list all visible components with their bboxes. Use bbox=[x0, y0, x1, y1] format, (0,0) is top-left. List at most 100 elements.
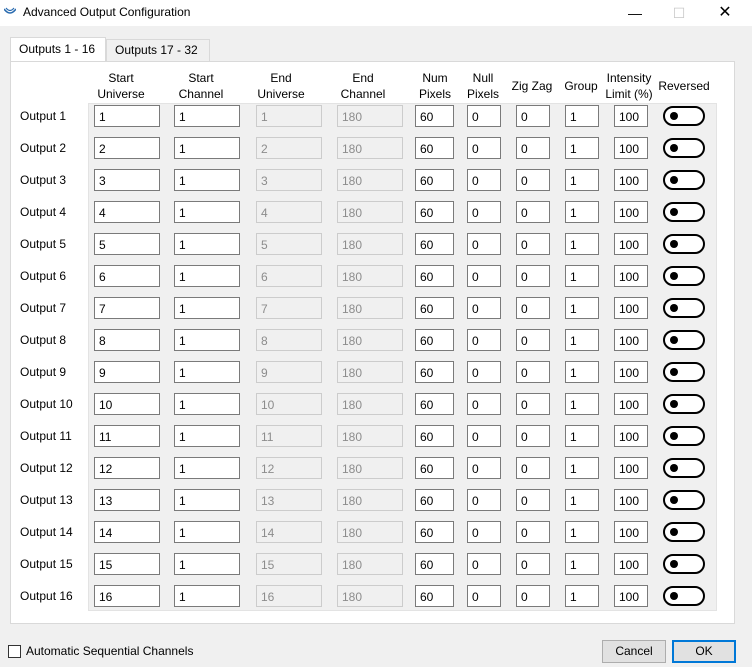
num-pixels-field[interactable]: 60 bbox=[415, 169, 454, 191]
tab-outputs-1-16[interactable]: Outputs 1 - 16 bbox=[10, 37, 106, 62]
zig-zag-field[interactable]: 0 bbox=[516, 329, 550, 351]
reversed-toggle[interactable] bbox=[663, 138, 705, 158]
group-field[interactable]: 1 bbox=[565, 233, 599, 255]
reversed-toggle[interactable] bbox=[663, 522, 705, 542]
group-field[interactable]: 1 bbox=[565, 585, 599, 607]
start-universe-field[interactable]: 15 bbox=[94, 553, 160, 575]
group-field[interactable]: 1 bbox=[565, 297, 599, 319]
intensity-field[interactable]: 100 bbox=[614, 425, 648, 447]
group-field[interactable]: 1 bbox=[565, 553, 599, 575]
null-pixels-field[interactable]: 0 bbox=[467, 169, 501, 191]
start-channel-field[interactable]: 1 bbox=[174, 169, 240, 191]
reversed-toggle[interactable] bbox=[663, 298, 705, 318]
zig-zag-field[interactable]: 0 bbox=[516, 233, 550, 255]
group-field[interactable]: 1 bbox=[565, 265, 599, 287]
start-channel-field[interactable]: 1 bbox=[174, 137, 240, 159]
null-pixels-field[interactable]: 0 bbox=[467, 137, 501, 159]
start-channel-field[interactable]: 1 bbox=[174, 521, 240, 543]
start-universe-field[interactable]: 6 bbox=[94, 265, 160, 287]
zig-zag-field[interactable]: 0 bbox=[516, 137, 550, 159]
zig-zag-field[interactable]: 0 bbox=[516, 425, 550, 447]
zig-zag-field[interactable]: 0 bbox=[516, 585, 550, 607]
num-pixels-field[interactable]: 60 bbox=[415, 201, 454, 223]
start-universe-field[interactable]: 4 bbox=[94, 201, 160, 223]
intensity-field[interactable]: 100 bbox=[614, 137, 648, 159]
zig-zag-field[interactable]: 0 bbox=[516, 361, 550, 383]
zig-zag-field[interactable]: 0 bbox=[516, 297, 550, 319]
zig-zag-field[interactable]: 0 bbox=[516, 265, 550, 287]
num-pixels-field[interactable]: 60 bbox=[415, 489, 454, 511]
start-universe-field[interactable]: 8 bbox=[94, 329, 160, 351]
null-pixels-field[interactable]: 0 bbox=[467, 265, 501, 287]
num-pixels-field[interactable]: 60 bbox=[415, 265, 454, 287]
intensity-field[interactable]: 100 bbox=[614, 553, 648, 575]
start-channel-field[interactable]: 1 bbox=[174, 329, 240, 351]
null-pixels-field[interactable]: 0 bbox=[467, 201, 501, 223]
minimize-button[interactable]: — bbox=[612, 0, 658, 26]
reversed-toggle[interactable] bbox=[663, 394, 705, 414]
reversed-toggle[interactable] bbox=[663, 234, 705, 254]
intensity-field[interactable]: 100 bbox=[614, 361, 648, 383]
group-field[interactable]: 1 bbox=[565, 489, 599, 511]
intensity-field[interactable]: 100 bbox=[614, 105, 648, 127]
num-pixels-field[interactable]: 60 bbox=[415, 297, 454, 319]
null-pixels-field[interactable]: 0 bbox=[467, 105, 501, 127]
reversed-toggle[interactable] bbox=[663, 554, 705, 574]
zig-zag-field[interactable]: 0 bbox=[516, 457, 550, 479]
start-channel-field[interactable]: 1 bbox=[174, 585, 240, 607]
reversed-toggle[interactable] bbox=[663, 170, 705, 190]
reversed-toggle[interactable] bbox=[663, 586, 705, 606]
start-channel-field[interactable]: 1 bbox=[174, 393, 240, 415]
num-pixels-field[interactable]: 60 bbox=[415, 585, 454, 607]
start-channel-field[interactable]: 1 bbox=[174, 265, 240, 287]
intensity-field[interactable]: 100 bbox=[614, 201, 648, 223]
zig-zag-field[interactable]: 0 bbox=[516, 169, 550, 191]
null-pixels-field[interactable]: 0 bbox=[467, 457, 501, 479]
num-pixels-field[interactable]: 60 bbox=[415, 393, 454, 415]
start-channel-field[interactable]: 1 bbox=[174, 201, 240, 223]
num-pixels-field[interactable]: 60 bbox=[415, 329, 454, 351]
start-channel-field[interactable]: 1 bbox=[174, 233, 240, 255]
reversed-toggle[interactable] bbox=[663, 202, 705, 222]
reversed-toggle[interactable] bbox=[663, 362, 705, 382]
num-pixels-field[interactable]: 60 bbox=[415, 521, 454, 543]
start-universe-field[interactable]: 3 bbox=[94, 169, 160, 191]
zig-zag-field[interactable]: 0 bbox=[516, 105, 550, 127]
group-field[interactable]: 1 bbox=[565, 329, 599, 351]
reversed-toggle[interactable] bbox=[663, 330, 705, 350]
start-channel-field[interactable]: 1 bbox=[174, 105, 240, 127]
num-pixels-field[interactable]: 60 bbox=[415, 457, 454, 479]
num-pixels-field[interactable]: 60 bbox=[415, 553, 454, 575]
group-field[interactable]: 1 bbox=[565, 393, 599, 415]
start-universe-field[interactable]: 10 bbox=[94, 393, 160, 415]
reversed-toggle[interactable] bbox=[663, 266, 705, 286]
zig-zag-field[interactable]: 0 bbox=[516, 553, 550, 575]
intensity-field[interactable]: 100 bbox=[614, 265, 648, 287]
start-universe-field[interactable]: 2 bbox=[94, 137, 160, 159]
null-pixels-field[interactable]: 0 bbox=[467, 393, 501, 415]
null-pixels-field[interactable]: 0 bbox=[467, 329, 501, 351]
ok-button[interactable]: OK bbox=[672, 640, 736, 663]
start-channel-field[interactable]: 1 bbox=[174, 489, 240, 511]
reversed-toggle[interactable] bbox=[663, 490, 705, 510]
group-field[interactable]: 1 bbox=[565, 105, 599, 127]
intensity-field[interactable]: 100 bbox=[614, 297, 648, 319]
num-pixels-field[interactable]: 60 bbox=[415, 361, 454, 383]
num-pixels-field[interactable]: 60 bbox=[415, 105, 454, 127]
start-universe-field[interactable]: 13 bbox=[94, 489, 160, 511]
null-pixels-field[interactable]: 0 bbox=[467, 297, 501, 319]
group-field[interactable]: 1 bbox=[565, 521, 599, 543]
group-field[interactable]: 1 bbox=[565, 425, 599, 447]
num-pixels-field[interactable]: 60 bbox=[415, 425, 454, 447]
reversed-toggle[interactable] bbox=[663, 426, 705, 446]
zig-zag-field[interactable]: 0 bbox=[516, 393, 550, 415]
start-channel-field[interactable]: 1 bbox=[174, 361, 240, 383]
start-universe-field[interactable]: 1 bbox=[94, 105, 160, 127]
start-universe-field[interactable]: 9 bbox=[94, 361, 160, 383]
group-field[interactable]: 1 bbox=[565, 137, 599, 159]
start-channel-field[interactable]: 1 bbox=[174, 425, 240, 447]
tab-outputs-17-32[interactable]: Outputs 17 - 32 bbox=[106, 39, 210, 61]
null-pixels-field[interactable]: 0 bbox=[467, 489, 501, 511]
start-channel-field[interactable]: 1 bbox=[174, 553, 240, 575]
intensity-field[interactable]: 100 bbox=[614, 393, 648, 415]
